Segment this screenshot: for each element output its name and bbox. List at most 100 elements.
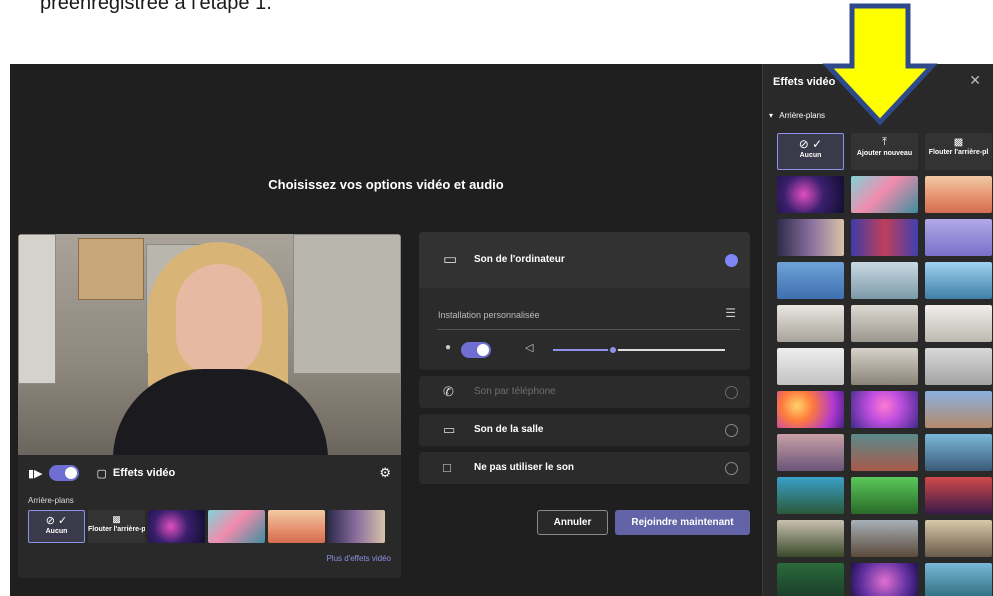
page-title: Choisissez vos options vidéo et audio [268,177,504,192]
no-audio-option[interactable]: □ Ne pas utiliser le son [419,452,750,484]
bg-tile-sky[interactable] [208,510,265,543]
bg-thumb[interactable] [925,219,992,256]
video-effects-panel: Effets vidéo ✕ ▾ Arrière-plans ⊘ ✓ Aucun… [762,64,993,596]
add-new-tile[interactable]: ⤒ Ajouter nouveau [851,133,918,170]
bg-thumb[interactable] [851,176,918,213]
bg-thumb[interactable] [851,477,918,514]
bg-thumb[interactable] [925,262,992,299]
close-icon[interactable]: ✕ [969,72,981,89]
backgrounds-label: Arrière-plans [28,496,74,505]
camera-icon: ▮▶ [28,467,43,480]
prejoin-main: Choisissez vos options vidéo et audio ▮▶… [10,64,762,596]
bg-thumb[interactable] [925,563,992,596]
no-audio-label: Ne pas utiliser le son [474,462,575,473]
bg-thumb[interactable] [777,262,844,299]
bg-thumb[interactable] [851,262,918,299]
camera-preview [18,234,401,455]
wall-left [18,234,56,384]
camera-toggle[interactable] [48,465,79,481]
add-new-label: Ajouter nouveau [856,150,913,157]
chevron-down-icon: ▾ [769,111,774,120]
bg-thumb[interactable] [925,391,992,428]
person-face [176,264,262,376]
bg-none-tile[interactable]: ⊘ ✓ Aucun [777,133,844,170]
video-controls: ▮▶ ▢ Effets vidéo ⚙ [18,455,401,491]
bg-thumb[interactable] [851,563,918,596]
bg-thumb[interactable] [777,176,844,213]
mic-toggle[interactable] [461,342,491,358]
computer-audio-radio[interactable] [725,254,738,267]
bg-thumb[interactable] [851,305,918,342]
bg-thumb[interactable] [777,305,844,342]
none-icon: ⊘ ✓ [45,515,68,527]
audio-options: ▭ Son de l'ordinateur Installation perso… [419,232,750,490]
blur-icon: ▩ [112,514,121,524]
upload-icon: ⤒ [882,136,887,148]
bg-thumb[interactable] [777,348,844,385]
speaker-icon: ◁ [525,342,534,354]
divider [437,329,740,330]
bg-thumb[interactable] [777,434,844,471]
custom-setup-icon[interactable]: ☰ [725,306,736,320]
volume-slider-fill [553,349,614,351]
effects-icon: ▢ [96,467,107,480]
bg-thumb[interactable] [851,219,918,256]
phone-audio-option[interactable]: ✆ Son par téléphone [419,376,750,408]
bg-thumb[interactable] [925,305,992,342]
bg-thumb[interactable] [925,434,992,471]
bg-thumb[interactable] [851,391,918,428]
bg-tile-room[interactable] [268,510,325,543]
no-audio-icon: □ [443,460,451,475]
bg-thumb[interactable] [851,520,918,557]
document-caption: préenregistrée à l'étape 1. [40,0,272,14]
bg-thumb[interactable] [851,434,918,471]
video-preview-card: ▮▶ ▢ Effets vidéo ⚙ Arrière-plans ⊘ ✓ Au… [18,234,401,578]
bg-tile-blur[interactable]: ▩ Flouter l'arrière-p [88,510,145,543]
join-now-button[interactable]: Rejoindre maintenant [615,510,750,535]
bg-thumb[interactable] [777,563,844,596]
bg-thumb[interactable] [925,176,992,213]
section-header[interactable]: ▾ Arrière-plans [769,111,825,120]
room-audio-radio[interactable] [725,424,738,437]
person-body [113,369,328,455]
none-icon: ⊘ ✓ [798,137,823,151]
computer-audio-group: ▭ Son de l'ordinateur Installation perso… [419,232,750,370]
custom-setup-label: Installation personnalisée [438,310,540,320]
volume-slider[interactable] [553,345,725,355]
bg-thumb[interactable] [851,348,918,385]
bg-tile-blur-label: Flouter l'arrière-p [88,526,145,533]
bg-thumb[interactable] [777,219,844,256]
bg-tile-hall[interactable] [328,510,385,543]
video-effects-button[interactable]: Effets vidéo [113,467,175,479]
bg-tile-none[interactable]: ⊘ ✓ Aucun [28,510,85,543]
teams-prejoin-screen: Choisissez vos options vidéo et audio ▮▶… [10,64,993,596]
cork-board [78,238,144,300]
phone-audio-radio[interactable] [725,386,738,399]
bg-thumb[interactable] [777,477,844,514]
bg-thumb[interactable] [925,348,992,385]
no-audio-radio[interactable] [725,462,738,475]
computer-audio-option[interactable]: ▭ Son de l'ordinateur [419,232,750,288]
bg-thumb[interactable] [777,391,844,428]
computer-audio-label: Son de l'ordinateur [474,254,565,265]
blur-label: Flouter l'arrière-pl [928,149,989,156]
room-audio-label: Son de la salle [474,424,544,435]
blur-icon: ▩ [953,137,964,148]
phone-audio-label: Son par téléphone [474,386,556,397]
settings-gear-icon[interactable]: ⚙ [379,465,391,481]
volume-slider-thumb[interactable] [608,345,619,355]
room-icon: ▭ [443,422,456,437]
bg-tile-none-label: Aucun [45,528,68,535]
room-audio-option[interactable]: ▭ Son de la salle [419,414,750,446]
blur-tile[interactable]: ▩ Flouter l'arrière-pl [925,133,992,170]
bg-thumb[interactable] [777,520,844,557]
more-effects-link[interactable]: Plus d'effets vidéo [326,554,391,563]
yellow-arrow-annotation [822,3,938,126]
bg-tile-space[interactable] [148,510,205,543]
bg-thumb[interactable] [925,477,992,514]
section-label: Arrière-plans [779,111,826,120]
bg-thumb[interactable] [925,520,992,557]
bg-none-label: Aucun [799,152,822,159]
cancel-button[interactable]: Annuler [537,510,608,535]
filing-cabinet-right [293,234,401,374]
